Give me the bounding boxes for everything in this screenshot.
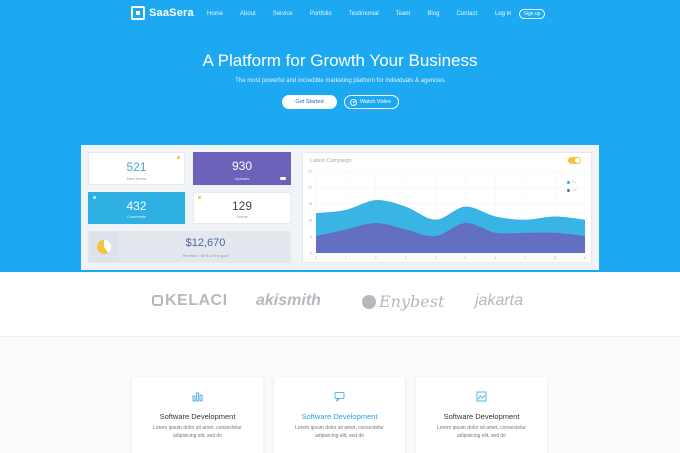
nav-link-team[interactable]: Team xyxy=(396,11,411,17)
stat-label: Uploads xyxy=(234,176,250,181)
nav-link-home[interactable]: Home xyxy=(207,11,223,17)
service-card[interactable]: Software Development Lorem ipsum dolor s… xyxy=(132,377,263,453)
partner-logos: KELACI akismith Enybest jakarta xyxy=(0,272,680,337)
logo-text: KELACI xyxy=(165,292,228,309)
campaign-chart: 0 5 10 15 20 25 0 1 2 3 4 5 6 7 8 9 xyxy=(308,169,586,260)
status-dot-icon xyxy=(177,156,180,159)
chart-legend: PV UV xyxy=(567,180,577,196)
stat-value: 930 xyxy=(231,159,253,173)
revenue-card: $12,670 Revenue, 60% of the goal xyxy=(88,231,291,263)
x-tick-label: 7 xyxy=(524,256,526,260)
watch-video-button[interactable]: Watch Video xyxy=(344,95,399,109)
play-icon xyxy=(350,98,357,106)
service-title: Software Development xyxy=(443,412,520,421)
watch-video-label: Watch Video xyxy=(360,99,391,105)
legend-item: PV xyxy=(567,180,577,184)
chart-toggle[interactable] xyxy=(568,157,581,164)
signup-button[interactable]: Sign up xyxy=(519,9,545,19)
hero-subtitle: The most powerful and incredible marketi… xyxy=(235,78,445,84)
legend-swatch xyxy=(567,180,570,184)
logo-text: akismith xyxy=(256,292,321,309)
enybest-icon xyxy=(362,295,376,309)
stat-card-uploads: 930 Uploads xyxy=(193,152,291,185)
logo-jakarta: jakarta xyxy=(475,292,523,310)
chart-title: Latest Campaign xyxy=(310,158,352,164)
service-description: Lorem ipsum dolor sit amet, consectetur … xyxy=(437,425,526,439)
stat-label: New Items xyxy=(127,176,146,181)
bar-chart-icon xyxy=(192,392,203,402)
pie-chart-icon xyxy=(97,240,111,254)
kelaci-icon xyxy=(152,295,163,306)
revenue-label: Revenue, 60% of the goal xyxy=(182,253,229,258)
x-tick-label: 6 xyxy=(494,256,496,260)
stat-label: Feeds xyxy=(236,214,248,219)
campaign-chart-card: 0 5 10 15 20 25 0 1 2 3 4 5 6 7 8 9 Latest Campaign PV … xyxy=(302,152,592,263)
stat-label: Comments xyxy=(126,214,147,219)
hero-title: A Platform for Growth Your Business xyxy=(202,51,478,70)
y-tick-label: 25 xyxy=(308,169,312,173)
service-card[interactable]: Software Development Lorem ipsum dolor s… xyxy=(274,377,405,453)
brand-name: SaaSera xyxy=(149,7,194,19)
nav-menu: Home About Service Portfolio Testimonial… xyxy=(207,11,494,17)
stat-card-feeds: 129 Feeds xyxy=(193,192,291,224)
login-link[interactable]: Log in xyxy=(495,11,511,17)
x-tick-label: 9 xyxy=(584,256,586,260)
stat-card-comments: 432 Comments xyxy=(88,192,185,224)
x-tick-label: 0 xyxy=(315,256,317,260)
nav-link-contact[interactable]: Contact xyxy=(456,11,477,17)
logo-text: Enybest xyxy=(379,292,445,311)
logo-enybest: Enybest xyxy=(362,292,444,311)
legend-label: UV xyxy=(572,188,577,192)
service-card[interactable]: Software Development Lorem ipsum dolor s… xyxy=(416,377,547,453)
y-tick-label: 0 xyxy=(310,251,312,255)
revenue-value: $12,670 xyxy=(185,237,226,249)
logo-text: jakarta xyxy=(475,292,524,309)
x-tick-label: 2 xyxy=(375,256,377,260)
services-section: Software Development Lorem ipsum dolor s… xyxy=(0,337,680,453)
x-tick-label: 3 xyxy=(405,256,407,260)
stat-value: 129 xyxy=(231,199,253,213)
y-tick-label: 5 xyxy=(310,235,312,239)
nav-link-testimonial[interactable]: Testimonial xyxy=(349,11,379,17)
legend-label: PV xyxy=(572,180,577,184)
nav-link-about[interactable]: About xyxy=(240,11,256,17)
dashboard-preview: 521 New Items 930 Uploads 432 Comments 1… xyxy=(81,145,599,270)
stat-value: 432 xyxy=(126,199,147,213)
service-description: Lorem ipsum dolor sit amet, consectetur … xyxy=(295,425,384,439)
nav-link-service[interactable]: Service xyxy=(273,11,293,17)
chat-icon xyxy=(334,392,345,402)
nav-link-blog[interactable]: Blog xyxy=(427,11,439,17)
y-tick-label: 15 xyxy=(308,202,312,206)
nav-link-portfolio[interactable]: Portfolio xyxy=(310,11,332,17)
y-tick-label: 10 xyxy=(308,219,312,223)
x-tick-label: 1 xyxy=(345,256,347,260)
get-started-button[interactable]: Get Started xyxy=(282,95,337,109)
stat-card-new-items: 521 New Items xyxy=(88,152,185,185)
brand-logo[interactable]: SaaSera xyxy=(131,6,194,20)
x-tick-label: 4 xyxy=(435,256,437,260)
image-chart-icon xyxy=(476,391,487,402)
x-tick-label: 5 xyxy=(464,256,466,260)
stat-value: 521 xyxy=(126,160,147,174)
logo-akismith: akismith xyxy=(256,292,321,310)
brand-icon xyxy=(131,6,145,20)
service-title: Software Development xyxy=(301,412,378,421)
service-title: Software Development xyxy=(159,412,236,421)
legend-item: UV xyxy=(567,188,577,192)
legend-swatch xyxy=(567,188,570,192)
logo-kelaci: KELACI xyxy=(152,292,228,310)
service-description: Lorem ipsum dolor sit amet, consectetur … xyxy=(153,425,242,439)
y-tick-label: 20 xyxy=(308,186,312,190)
navbar: SaaSera Home About Service Portfolio Tes… xyxy=(0,0,680,28)
x-tick-label: 8 xyxy=(554,256,556,260)
